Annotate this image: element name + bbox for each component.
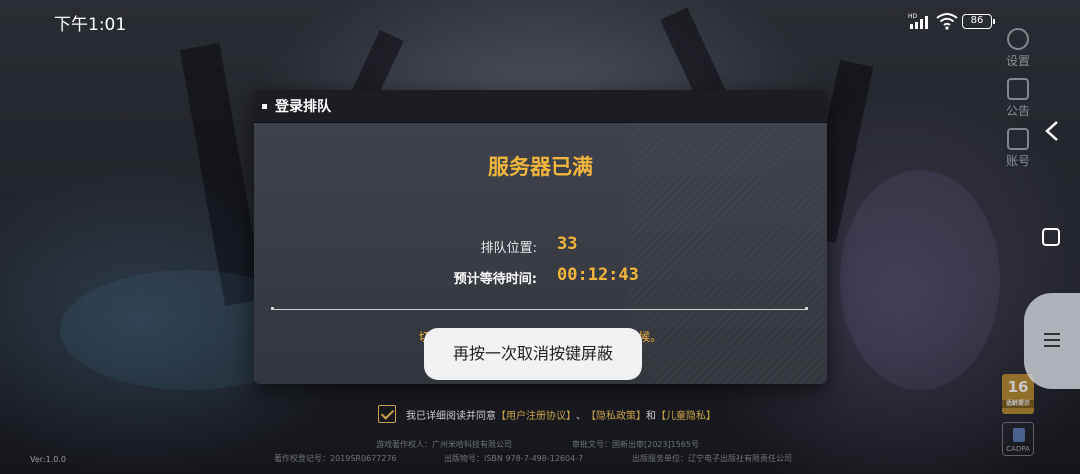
- queue-position-row: 排队位置: 33: [254, 234, 827, 256]
- recents-square-icon[interactable]: [1042, 228, 1060, 246]
- dialog-header: 登录排队: [254, 90, 827, 123]
- agreement-checkbox[interactable]: [378, 405, 396, 423]
- divider: [271, 307, 808, 310]
- queue-position-value: 33: [557, 234, 578, 254]
- account-icon: [1007, 128, 1029, 150]
- agreement-separator: 、: [576, 410, 586, 422]
- side-item-settings[interactable]: 设置: [1000, 28, 1036, 78]
- wait-time-value: 00:12:43: [557, 265, 639, 285]
- status-time: 下午1:01: [54, 15, 127, 35]
- age-rating-caption: 适龄提示: [1002, 400, 1034, 408]
- approval-number-text: 审批文号：国新出审[2023]1565号: [572, 440, 699, 449]
- gear-icon: [1007, 28, 1029, 50]
- age-rating-badge[interactable]: 16 适龄提示: [1002, 374, 1034, 414]
- agreement-and: 和: [646, 410, 656, 422]
- registration-number-text: 著作权登记号：2019SR0677276: [274, 454, 397, 463]
- user-agreement-link[interactable]: 【用户注册协议】: [496, 407, 576, 422]
- back-chevron-icon[interactable]: [1043, 120, 1061, 142]
- side-item-label: 账号: [1005, 154, 1030, 168]
- battery-indicator: 86: [962, 14, 995, 29]
- side-item-account[interactable]: 账号: [1000, 128, 1036, 178]
- network-type-label: HD: [908, 13, 918, 20]
- side-menu: 设置 公告 账号: [1000, 28, 1036, 178]
- version-label: Ver:1.0.0: [30, 455, 66, 464]
- wait-time-row: 预计等待时间: 00:12:43: [254, 265, 827, 287]
- agreement-row: 我已详细阅读并同意 【用户注册协议】 、 【隐私政策】 和 【儿童隐私】: [378, 404, 716, 424]
- dialog-title: 登录排队: [275, 99, 331, 115]
- server-status: 服务器已满: [488, 155, 593, 179]
- notice-icon: [1007, 78, 1029, 100]
- wifi-icon: [936, 13, 958, 30]
- side-item-label: 公告: [1005, 104, 1030, 118]
- publisher-text: 出版服务单位：辽宁电子出版社有限责任公司: [632, 454, 792, 463]
- title-bullet-icon: [262, 103, 267, 109]
- cadpa-badge[interactable]: CADPA: [1002, 422, 1034, 456]
- child-privacy-link[interactable]: 【儿童隐私】: [656, 407, 716, 422]
- floating-nav-pill[interactable]: [1024, 293, 1080, 389]
- side-item-label: 设置: [1005, 54, 1030, 68]
- menu-icon: [1044, 333, 1060, 347]
- agreement-prefix: 我已详细阅读并同意: [406, 410, 496, 422]
- cellular-signal-icon: HD: [908, 13, 928, 29]
- privacy-policy-link[interactable]: 【隐私政策】: [586, 407, 646, 422]
- toast-message: 再按一次取消按键屏蔽: [424, 328, 642, 380]
- queue-position-label: 排队位置:: [480, 241, 537, 256]
- wait-time-label: 预计等待时间:: [453, 272, 537, 287]
- copyright-owner-text: 游戏著作权人：广州米哈科技有限公司: [376, 440, 512, 449]
- side-item-announcement[interactable]: 公告: [1000, 78, 1036, 128]
- isbn-text: 出版物号：ISBN 978-7-498-12604-7: [444, 454, 584, 463]
- status-bar: 下午1:01 HD 86: [0, 0, 1080, 44]
